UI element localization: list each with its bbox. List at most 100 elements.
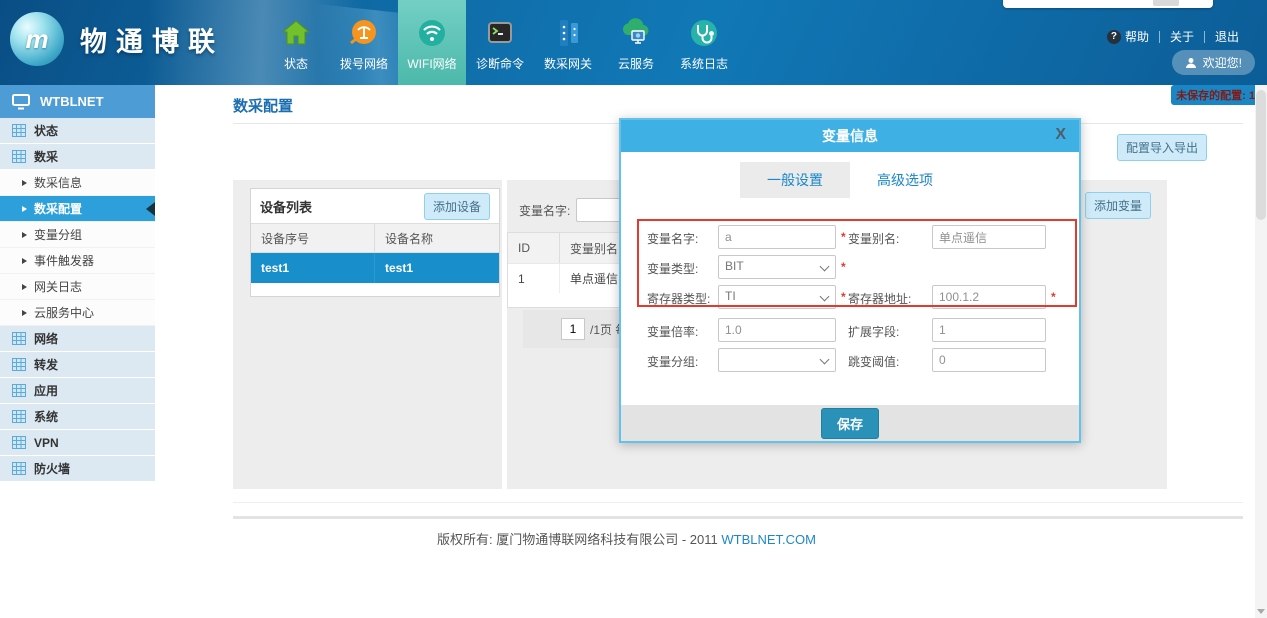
terminal-icon xyxy=(484,15,516,51)
page-footer: 版权所有: 厦门物通博联网络科技有限公司 - 2011 WTBLNET.COM xyxy=(0,529,1253,548)
sidebar-title: WTBLNET xyxy=(40,94,104,109)
monitor-icon xyxy=(12,94,30,110)
nav-dial-network[interactable]: 拨号网络 xyxy=(330,0,398,85)
sidebar-item-firewall[interactable]: 防火墙 xyxy=(0,456,155,482)
sidebar-header: WTBLNET xyxy=(0,85,155,118)
device-table-row[interactable]: test1 test1 xyxy=(251,253,499,283)
top-header: m 物通博联 状态 拨号网络 WIFI网络 xyxy=(0,0,1267,85)
sidebar-item-label: 网关日志 xyxy=(34,278,82,295)
variable-ratio-label: 变量倍率: xyxy=(647,323,698,340)
sidebar-item-status[interactable]: 状态 xyxy=(0,118,155,144)
sidebar-item-cloud-center[interactable]: 云服务中心 xyxy=(0,300,155,326)
modal-footer: 保存 xyxy=(621,405,1079,441)
device-name-cell: test1 xyxy=(375,253,499,283)
modal-title: 变量信息 xyxy=(822,126,878,146)
sidebar-item-system[interactable]: 系统 xyxy=(0,404,155,430)
arrow-down-icon xyxy=(1257,609,1265,614)
nav-label: 状态 xyxy=(284,55,308,72)
logout-link[interactable]: 退出 xyxy=(1215,28,1239,45)
sidebar-item-forwarding[interactable]: 转发 xyxy=(0,352,155,378)
copyright-text: 版权所有: 厦门物通博联网络科技有限公司 - 2011 xyxy=(437,532,718,547)
close-icon[interactable]: X xyxy=(1055,126,1066,144)
vertical-scrollbar[interactable] xyxy=(1255,85,1267,618)
nav-label: 云服务 xyxy=(618,55,654,72)
scroll-down-arrow[interactable] xyxy=(1255,604,1267,618)
separator xyxy=(1204,31,1205,43)
jump-threshold-input[interactable] xyxy=(932,348,1046,372)
sidebar-item-data-acquisition[interactable]: 数采 xyxy=(0,144,155,170)
variable-name-filter-label: 变量名字: xyxy=(519,202,570,219)
grid-icon xyxy=(12,462,26,475)
triangle-icon xyxy=(22,284,27,290)
triangle-icon xyxy=(22,310,27,316)
variable-info-modal: 变量信息 X 一般设置 高级选项 变量名字: * 变量别名: 变量类型: BIT xyxy=(619,118,1081,443)
sidebar-item-gateway-log[interactable]: 网关日志 xyxy=(0,274,155,300)
sidebar-item-data-config[interactable]: 数采配置 xyxy=(0,196,155,222)
unsaved-config-badge: 未保存的配置: 1 xyxy=(1171,85,1260,105)
form-row: 变量倍率: 扩展字段: xyxy=(621,315,1079,345)
save-button[interactable]: 保存 xyxy=(821,408,879,439)
sidebar-item-label: 应用 xyxy=(34,382,58,399)
nav-status[interactable]: 状态 xyxy=(262,0,330,85)
variable-group-label: 变量分组: xyxy=(647,353,698,370)
grid-icon xyxy=(12,358,26,371)
sidebar-item-data-info[interactable]: 数采信息 xyxy=(0,170,155,196)
nav-label: 拨号网络 xyxy=(340,55,388,72)
scrollbar-thumb[interactable] xyxy=(1256,90,1266,220)
sidebar-item-label: 网络 xyxy=(34,330,58,347)
cloud-icon xyxy=(619,15,653,51)
sidebar-item-label: 转发 xyxy=(34,356,58,373)
nav-cloud-service[interactable]: 云服务 xyxy=(602,0,670,85)
sidebar-item-label: 变量分组 xyxy=(34,226,82,243)
sidebar-item-label: 数采信息 xyxy=(34,174,82,191)
app-root: m 物通博联 状态 拨号网络 WIFI网络 xyxy=(0,0,1267,618)
sidebar-item-label: 事件触发器 xyxy=(34,252,94,269)
sidebar: WTBLNET 状态 数采 数采信息 数采配置 变量分组 事件触发器 xyxy=(0,85,155,482)
popup-button-fragment xyxy=(1153,0,1179,6)
red-annotation-rectangle xyxy=(637,219,1077,307)
nav-data-gateway[interactable]: 数采网关 xyxy=(534,0,602,85)
nav-diagnostic-command[interactable]: 诊断命令 xyxy=(466,0,534,85)
add-device-button[interactable]: 添加设备 xyxy=(424,193,490,220)
sidebar-item-variable-group[interactable]: 变量分组 xyxy=(0,222,155,248)
nav-label: WIFI网络 xyxy=(407,55,456,72)
user-icon xyxy=(1185,57,1197,69)
device-name-column-header: 设备名称 xyxy=(375,224,499,252)
sidebar-item-label: VPN xyxy=(34,436,59,450)
sidebar-item-application[interactable]: 应用 xyxy=(0,378,155,404)
sidebar-item-label: 云服务中心 xyxy=(34,304,94,321)
extended-field-label: 扩展字段: xyxy=(848,323,899,340)
page-title: 数采配置 xyxy=(233,95,293,116)
nav-label: 诊断命令 xyxy=(476,55,524,72)
welcome-text: 欢迎您! xyxy=(1203,54,1242,71)
active-arrow-icon xyxy=(146,202,155,216)
grid-icon xyxy=(12,410,26,423)
top-nav: 状态 拨号网络 WIFI网络 诊断命令 xyxy=(262,0,738,85)
tab-advanced-options[interactable]: 高级选项 xyxy=(850,162,960,198)
sidebar-item-event-trigger[interactable]: 事件触发器 xyxy=(0,248,155,274)
nav-system-log[interactable]: 系统日志 xyxy=(670,0,738,85)
gateway-icon xyxy=(552,15,584,51)
variable-id-cell: 1 xyxy=(508,264,560,293)
sidebar-item-label: 状态 xyxy=(34,122,58,139)
footer-link[interactable]: WTBLNET.COM xyxy=(721,532,816,547)
add-variable-button[interactable]: 添加变量 xyxy=(1085,192,1151,219)
nav-wifi-network[interactable]: WIFI网络 xyxy=(398,0,466,85)
config-import-export-button[interactable]: 配置导入导出 xyxy=(1117,134,1207,161)
page-number-input[interactable] xyxy=(561,318,585,340)
triangle-icon xyxy=(22,232,27,238)
chevron-down-icon xyxy=(820,355,830,365)
variable-group-select[interactable] xyxy=(718,348,836,372)
welcome-user-button[interactable]: 欢迎您! xyxy=(1172,50,1255,75)
sidebar-item-network[interactable]: 网络 xyxy=(0,326,155,352)
extended-field-input[interactable] xyxy=(932,318,1046,342)
about-link[interactable]: 关于 xyxy=(1170,28,1194,45)
dial-network-icon xyxy=(348,15,380,51)
sidebar-item-vpn[interactable]: VPN xyxy=(0,430,155,456)
device-serial-cell: test1 xyxy=(251,253,375,283)
wifi-icon xyxy=(416,15,448,51)
grid-icon xyxy=(12,436,26,449)
tab-general-settings[interactable]: 一般设置 xyxy=(740,162,850,198)
variable-ratio-input[interactable] xyxy=(718,318,836,342)
help-link[interactable]: 帮助 xyxy=(1125,28,1149,45)
